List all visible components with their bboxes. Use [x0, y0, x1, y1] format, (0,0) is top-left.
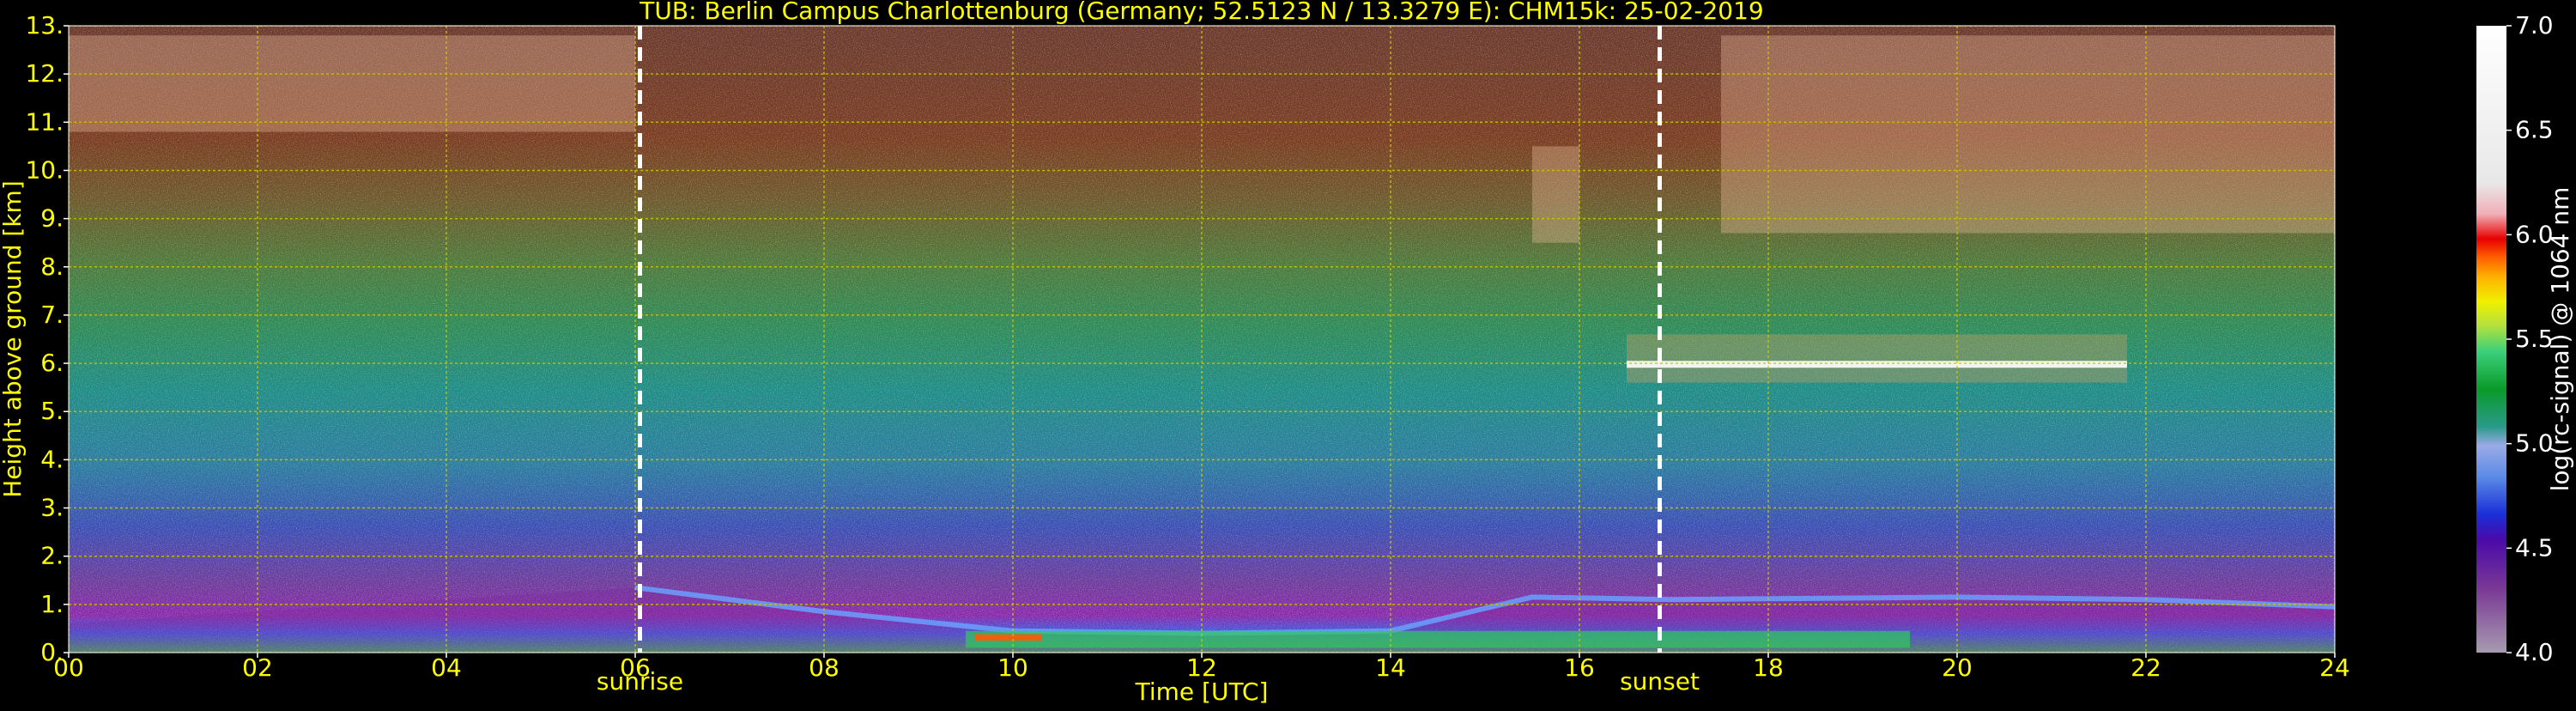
- x-tick-label: 20: [1942, 653, 1973, 682]
- colorbar: 4.04.55.05.56.06.57.0 log(rc-signal) @ 1…: [2476, 11, 2574, 666]
- mid-cloud-top: [1627, 361, 2127, 368]
- colorbar-tick-label: 6.5: [2515, 116, 2554, 144]
- plot-area: [69, 26, 2335, 653]
- x-tick-label: 18: [1753, 653, 1784, 682]
- y-tick-label: 6.: [40, 349, 64, 377]
- x-tick-label: 04: [431, 653, 462, 682]
- annotation-label-sunset: sunset: [1620, 667, 1700, 696]
- chart-title: TUB: Berlin Campus Charlottenburg (Germa…: [639, 0, 1763, 25]
- x-axis-label: Time [UTC]: [1135, 678, 1269, 706]
- x-tick-label: 06: [620, 653, 651, 682]
- y-tick-label: 9.: [40, 204, 64, 233]
- mid-cloud-layer: [1627, 334, 2127, 383]
- x-tick-label: 16: [1564, 653, 1595, 682]
- x-tick-label: 22: [2131, 653, 2161, 682]
- cirrus-layer: [1532, 146, 1579, 243]
- y-axis-label: Height above ground [km]: [0, 180, 27, 498]
- y-tick-label: 8.: [40, 252, 64, 281]
- y-tick-label: 0.: [40, 638, 64, 666]
- colorbar-tick-label: 4.0: [2515, 638, 2554, 666]
- y-tick-label: 5.: [40, 397, 64, 425]
- y-tick-label: 1.: [40, 590, 64, 618]
- y-tick-label: 4.: [40, 445, 64, 473]
- y-tick-label: 12.: [25, 59, 64, 88]
- near-surface-hotspot: [975, 634, 1041, 641]
- x-tick-label: 08: [809, 653, 839, 682]
- cirrus-layer: [69, 35, 635, 132]
- x-tick-label: 10: [997, 653, 1028, 682]
- cirrus-layer: [1721, 35, 2335, 234]
- colorbar-label: log(rc-signal) @ 1064 nm: [2546, 187, 2574, 492]
- y-tick-label: 2.: [40, 542, 64, 570]
- x-tick-label: 14: [1375, 653, 1406, 682]
- colorbar-gradient: [2476, 26, 2506, 653]
- x-tick-label: 02: [242, 653, 273, 682]
- y-tick-label: 3.: [40, 494, 64, 522]
- y-tick-label: 13.: [25, 11, 64, 40]
- y-tick-label: 10.: [25, 155, 64, 184]
- x-tick-label: 24: [2319, 653, 2350, 682]
- chart-svg: sunrise sunset00 02 04 06 08 10 12 14 16 18 20 22 240…: [0, 0, 2574, 706]
- y-tick-label: 7.: [40, 301, 64, 329]
- colorbar-tick-label: 4.5: [2515, 533, 2554, 562]
- y-tick-label: 11.: [25, 107, 64, 136]
- lidar-quicklook-chart: sunrise sunset 00 02 04 06 08 10 12 14 16 18 20 22 24 0…: [0, 0, 2576, 708]
- colorbar-tick-label: 7.0: [2515, 11, 2554, 40]
